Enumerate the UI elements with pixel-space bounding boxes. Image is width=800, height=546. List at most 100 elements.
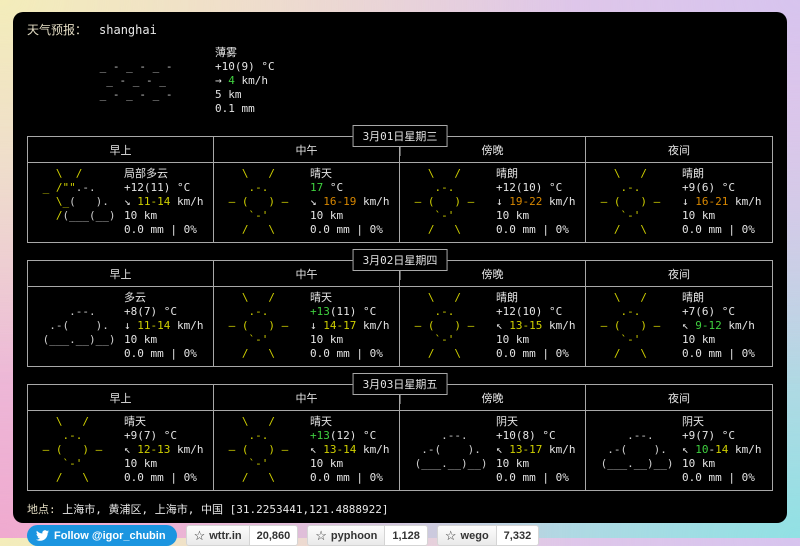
weather-art: \ / .-. ‒ ( ) ‒ `-' / \ bbox=[222, 291, 310, 361]
visibility-value: 10 km bbox=[310, 209, 397, 223]
temperature-value: +9(7) °C bbox=[124, 429, 211, 443]
wind-value: ↓ 14-17 km/h bbox=[310, 319, 397, 333]
wind-value: ↖ 13-15 km/h bbox=[496, 319, 583, 333]
condition-label: 晴天 bbox=[310, 167, 397, 181]
condition-label: 局部多云 bbox=[124, 167, 211, 181]
weather-art-cloud: .--. .-( ). (___.__)__) bbox=[594, 415, 673, 471]
wind-value: ↖ 12-13 km/h bbox=[124, 443, 211, 457]
weather-art: _ - _ - _ - _ - _ - _ _ - _ - _ - bbox=[93, 46, 215, 116]
weather-art-sun: \ / .-. ‒ ( ) ‒ `-' / \ bbox=[408, 167, 474, 237]
weather-art: \ / .-. ‒ ( ) ‒ `-' / \ bbox=[594, 167, 682, 237]
github-star-badge-wttrin[interactable]: ☆wttr.in 20,860 bbox=[186, 525, 299, 546]
github-star-badge-pyphoon[interactable]: ☆pyphoon 1,128 bbox=[307, 525, 428, 546]
visibility-value: 10 km bbox=[496, 209, 583, 223]
visibility-value: 10 km bbox=[124, 333, 211, 347]
forecast-cell-noon: \ / .-. ‒ ( ) ‒ `-' / \ 晴天 17 °C ↘ 16-19… bbox=[214, 163, 400, 242]
condition-label: 阴天 bbox=[682, 415, 770, 429]
badge-repo-name: pyphoon bbox=[331, 530, 377, 542]
condition-label: 晴天 bbox=[310, 291, 397, 305]
wind-value: ↘ 16-19 km/h bbox=[310, 195, 397, 209]
condition-label: 阴天 bbox=[496, 415, 583, 429]
weather-art: \ / .-. ‒ ( ) ‒ `-' / \ bbox=[36, 415, 124, 485]
weather-art-sun: \ / _ /"" \_ / bbox=[36, 167, 82, 223]
weather-art-sun: \ / .-. ‒ ( ) ‒ `-' / \ bbox=[594, 167, 660, 237]
star-icon: ☆ bbox=[445, 529, 457, 542]
forecast-cell-noon: \ / .-. ‒ ( ) ‒ `-' / \ 晴天 +13(12) °C ↖ … bbox=[214, 411, 400, 490]
weather-art-sun: \ / .-. ‒ ( ) ‒ `-' / \ bbox=[408, 291, 474, 361]
forecast-row: \ / .-. ‒ ( ) ‒ `-' / \ 晴天 +9(7) °C ↖ 12… bbox=[28, 411, 772, 490]
visibility-value: 10 km bbox=[310, 457, 397, 471]
precipitation-value: 0.0 mm | 0% bbox=[682, 223, 770, 237]
weather-art-sun: \ / .-. ‒ ( ) ‒ `-' / \ bbox=[594, 291, 660, 361]
weather-art-sun: \ / .-. ‒ ( ) ‒ `-' / \ bbox=[222, 291, 288, 361]
precipitation-value: 0.0 mm | 0% bbox=[310, 471, 397, 485]
condition-label: 多云 bbox=[124, 291, 211, 305]
weather-art: \ / .-. ‒ ( ) ‒ `-' / \ bbox=[408, 291, 496, 361]
title-label: 天气预报： bbox=[27, 23, 87, 37]
visibility-value: 10 km bbox=[496, 457, 583, 471]
precipitation-value: 0.0 mm | 0% bbox=[124, 471, 211, 485]
twitter-follow-button[interactable]: Follow @igor_chubin bbox=[27, 525, 177, 546]
precipitation-value: 0.0 mm | 0% bbox=[124, 347, 211, 361]
wind-value: ↓ 19-22 km/h bbox=[496, 195, 583, 209]
twitter-follow-label: Follow @igor_chubin bbox=[54, 530, 166, 542]
wind-value: ↖ 13-14 km/h bbox=[310, 443, 397, 457]
temperature-value: +13(12) °C bbox=[310, 429, 397, 443]
period-header-morning: 早上 bbox=[28, 137, 214, 162]
condition-label: 晴天 bbox=[124, 415, 211, 429]
wind-value: ↖ 13-17 km/h bbox=[496, 443, 583, 457]
visibility-value: 10 km bbox=[310, 333, 397, 347]
wind-value: → 4 km/h bbox=[215, 74, 275, 88]
weather-art-cloud: .--. .-( ). (___.__)__) bbox=[36, 291, 115, 347]
date-label: 3月03日星期五 bbox=[363, 378, 438, 391]
weather-art: \ / .-. ‒ ( ) ‒ `-' / \ bbox=[222, 415, 310, 485]
temperature-value: +10(8) °C bbox=[496, 429, 583, 443]
forecast-cell-night: \ / .-. ‒ ( ) ‒ `-' / \ 晴朗 +7(6) °C ↖ 9-… bbox=[586, 287, 772, 366]
weather-art: .-. ( ). (___(__) \ / _ /"" \_ / bbox=[36, 167, 124, 237]
precipitation-value: 0.0 mm | 0% bbox=[496, 471, 583, 485]
temperature-value: +12(10) °C bbox=[496, 181, 583, 195]
date-label: 3月02日星期四 bbox=[363, 254, 438, 267]
forecast-cell-noon: \ / .-. ‒ ( ) ‒ `-' / \ 晴天 +13(11) °C ↓ … bbox=[214, 287, 400, 366]
weather-report-title: 天气预报：shanghai bbox=[27, 21, 773, 37]
precipitation-value: 0.0 mm | 0% bbox=[682, 347, 770, 361]
condition-label: 晴朗 bbox=[496, 167, 583, 181]
twitter-bird-icon bbox=[36, 529, 49, 542]
visibility-value: 5 km bbox=[215, 88, 275, 102]
forecast-cell-night: .--. .-( ). (___.__)__) 阴天 +9(7) °C ↖ 10… bbox=[586, 411, 772, 490]
wind-value: ↓ 16-21 km/h bbox=[682, 195, 770, 209]
weather-art-sun: \ / .-. ‒ ( ) ‒ `-' / \ bbox=[222, 415, 288, 485]
wind-value: ↓ 11-14 km/h bbox=[124, 319, 211, 333]
current-conditions: _ - _ - _ - _ - _ - _ _ - _ - _ - 薄雾 +10… bbox=[93, 46, 773, 116]
forecast-cell-morning: .-. ( ). (___(__) \ / _ /"" \_ / 局部多云 +1… bbox=[28, 163, 214, 242]
footer-badges: Follow @igor_chubin ☆wttr.in 20,860 ☆pyp… bbox=[27, 525, 773, 546]
precipitation-value: 0.0 mm | 0% bbox=[496, 347, 583, 361]
day-forecast-section-1: 3月01日星期三 早上 中午 傍晚 夜间 .-. ( ). (___(__) \… bbox=[27, 136, 773, 243]
wind-value: ↖ 10-14 km/h bbox=[682, 443, 770, 457]
temperature-value: +13(11) °C bbox=[310, 305, 397, 319]
forecast-cell-night: \ / .-. ‒ ( ) ‒ `-' / \ 晴朗 +9(6) °C ↓ 16… bbox=[586, 163, 772, 242]
location-line: 地点: 上海市, 黄浦区, 上海市, 中国 [31.2253441,121.48… bbox=[27, 501, 773, 516]
condition-label: 晴朗 bbox=[682, 291, 770, 305]
temperature-value: +10(9) °C bbox=[215, 60, 275, 74]
condition-label: 晴朗 bbox=[496, 291, 583, 305]
temperature-value: +12(11) °C bbox=[124, 181, 211, 195]
temperature-value: +9(6) °C bbox=[682, 181, 770, 195]
temperature-value: 17 °C bbox=[310, 181, 397, 195]
period-header-night: 夜间 bbox=[586, 261, 772, 286]
day-forecast-section-3: 3月03日星期五 早上 中午 傍晚 夜间 \ / .-. ‒ ( ) ‒ `-'… bbox=[27, 384, 773, 491]
wind-value: ↘ 11-14 km/h bbox=[124, 195, 211, 209]
day-forecast-section-2: 3月02日星期四 早上 中午 傍晚 夜间 .--. .-( ). (___.__… bbox=[27, 260, 773, 367]
period-header-morning: 早上 bbox=[28, 385, 214, 410]
forecast-cell-evening: \ / .-. ‒ ( ) ‒ `-' / \ 晴朗 +12(10) °C ↓ … bbox=[400, 163, 586, 242]
github-star-badge-wego[interactable]: ☆wego 7,332 bbox=[437, 525, 539, 546]
temperature-value: +12(10) °C bbox=[496, 305, 583, 319]
date-header: 3月01日星期三 bbox=[353, 125, 448, 147]
visibility-value: 10 km bbox=[682, 209, 770, 223]
precipitation-value: 0.0 mm | 0% bbox=[310, 223, 397, 237]
forecast-cell-morning: \ / .-. ‒ ( ) ‒ `-' / \ 晴天 +9(7) °C ↖ 12… bbox=[28, 411, 214, 490]
wind-value: ↖ 9-12 km/h bbox=[682, 319, 770, 333]
weather-art: \ / .-. ‒ ( ) ‒ `-' / \ bbox=[222, 167, 310, 237]
condition-label: 晴天 bbox=[310, 415, 397, 429]
star-icon: ☆ bbox=[194, 529, 206, 542]
